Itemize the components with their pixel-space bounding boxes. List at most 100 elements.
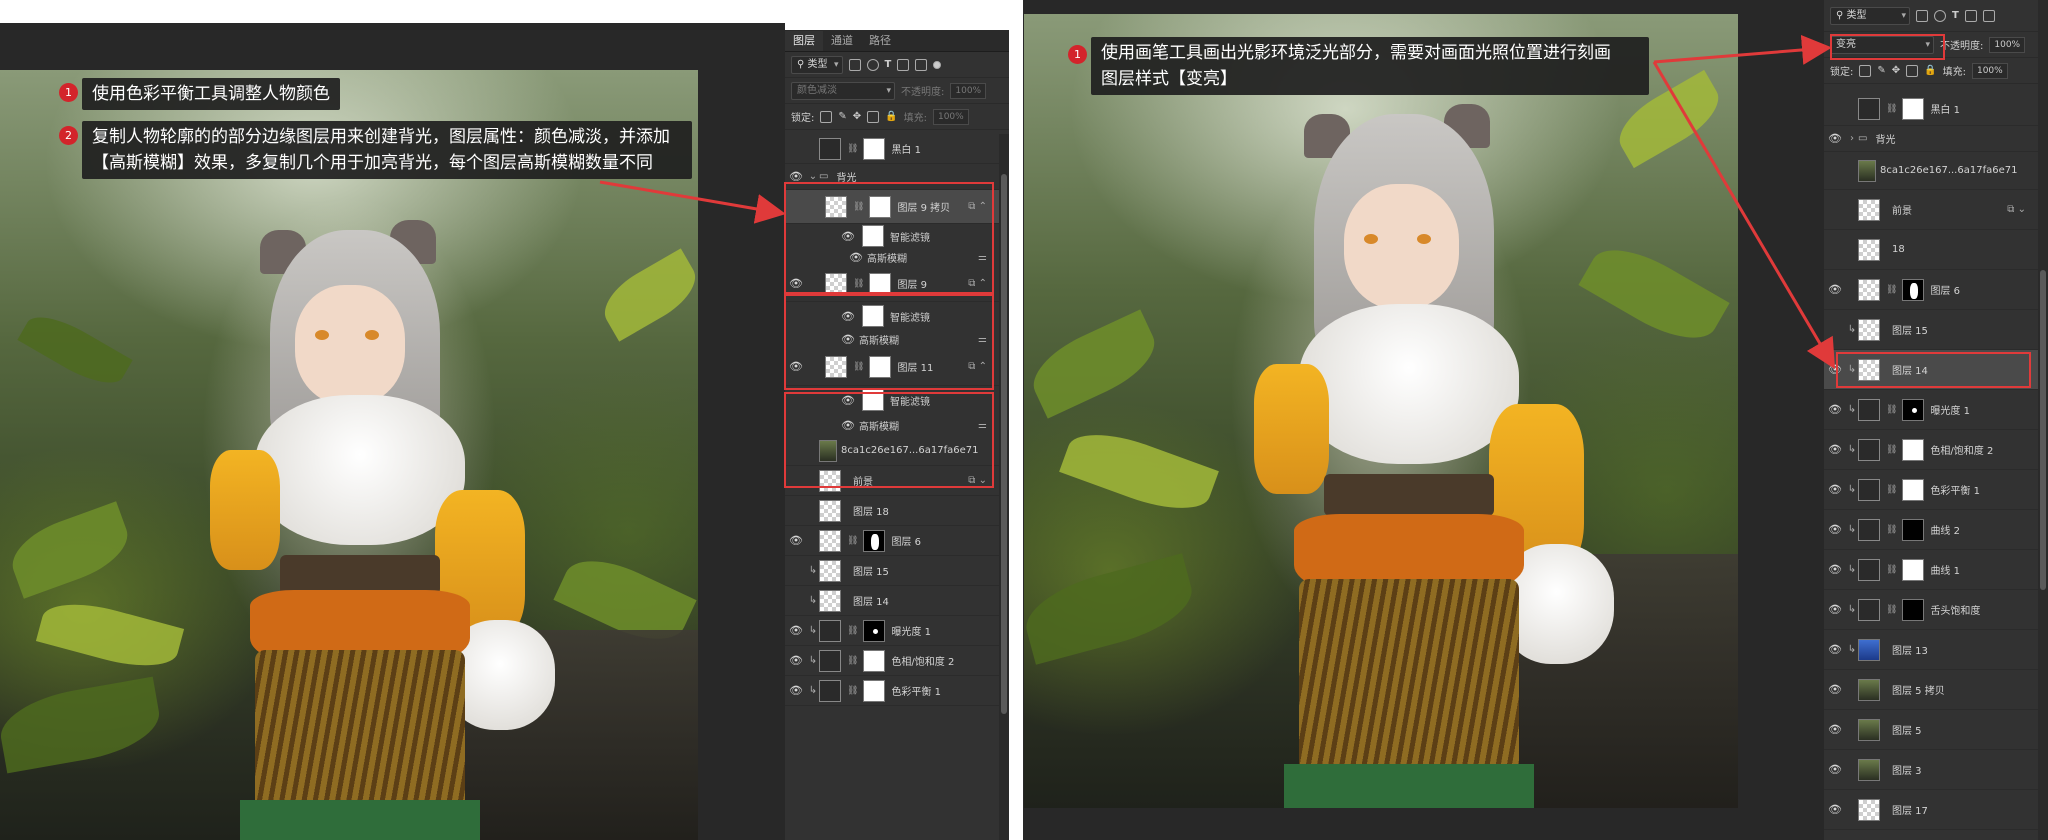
layer-row[interactable]: 👁 图层 5 <box>1824 710 2038 750</box>
layer-row[interactable]: 👁 ↳ ⛓ 曲线 2 <box>1824 510 2038 550</box>
visibility-eye-icon[interactable]: 👁 <box>1824 132 1846 145</box>
top-white-strip <box>0 0 1015 23</box>
visibility-eye-icon[interactable]: 👁 <box>785 504 807 517</box>
type-filter-icon[interactable]: T <box>1952 10 1959 21</box>
visibility-eye-icon[interactable]: 👁 <box>1824 563 1846 576</box>
visibility-eye-icon[interactable]: 👁 <box>785 594 807 607</box>
visibility-eye-icon[interactable]: 👁 <box>1824 723 1846 736</box>
visibility-eye-icon[interactable]: 👁 <box>1824 643 1846 656</box>
layer-mask-thumb <box>1902 518 1925 541</box>
visibility-eye-icon[interactable]: 👁 <box>1824 323 1846 336</box>
layer-group-row[interactable]: 👁 › ▭ 背光 <box>1824 126 2038 152</box>
smart-object-filter-icon[interactable] <box>915 58 928 71</box>
lock-move-icon[interactable]: ✥ <box>853 111 861 122</box>
layer-row[interactable]: 👁 ↳ ⛓ 色相/饱和度 2 <box>785 646 999 676</box>
layer-row[interactable]: 👁 ↳ ⛓ 曲线 1 <box>1824 550 2038 590</box>
visibility-eye-icon[interactable]: 👁 <box>785 534 807 547</box>
tab-layers[interactable]: 图层 <box>785 31 823 51</box>
blend-mode-select[interactable]: 颜色减淡 <box>791 81 895 100</box>
lock-paint-icon[interactable]: ✎ <box>838 111 846 122</box>
layer-thumbnail <box>819 529 841 552</box>
tab-channels[interactable]: 通道 <box>823 31 861 51</box>
layer-row[interactable]: 👁 图层 18 <box>785 496 999 526</box>
visibility-eye-icon[interactable]: 👁 <box>1824 243 1846 256</box>
layer-name: 18 <box>1892 244 1905 255</box>
link-icon: ⛓ <box>1886 484 1898 495</box>
lock-transparent-icon[interactable] <box>820 110 833 123</box>
filter-kind-select[interactable]: ⚲ 类型 <box>1830 6 1910 25</box>
layer-row[interactable]: 👁 ↳ ⛓ 曝光度 1 <box>785 616 999 646</box>
lock-paint-icon[interactable]: ✎ <box>1877 65 1885 76</box>
visibility-eye-icon[interactable]: 👁 <box>1824 803 1846 816</box>
visibility-eye-icon[interactable]: 👁 <box>1824 164 1846 177</box>
opacity-input[interactable]: 100% <box>950 82 987 99</box>
visibility-eye-icon[interactable]: 👁 <box>1824 203 1846 216</box>
group-collapsed-chevron-icon[interactable]: › <box>1846 133 1858 144</box>
layer-row[interactable]: 👁 ↳ ⛓ 色相/饱和度 2 <box>1824 430 2038 470</box>
lock-all-icon[interactable]: 🔒 <box>885 111 897 122</box>
type-filter-icon[interactable]: T <box>885 59 892 70</box>
layer-row[interactable]: 👁 图层 17 <box>1824 790 2038 830</box>
visibility-eye-icon[interactable]: 👁 <box>1824 283 1846 296</box>
visibility-eye-icon[interactable]: 👁 <box>785 654 807 667</box>
layer-row[interactable]: 👁 ⛓ 黑白 1 <box>785 134 999 164</box>
lock-move-icon[interactable]: ✥ <box>1892 65 1900 76</box>
panel-tabs: 图层 通道 路径 <box>785 30 1009 52</box>
layer-thumbnail <box>1858 318 1880 341</box>
layer-row[interactable]: 👁 ↳ 图层 13 <box>1824 630 2038 670</box>
visibility-eye-icon[interactable]: 👁 <box>1824 483 1846 496</box>
layer-row[interactable]: 👁 8ca1c26e167...6a17fa6e71 <box>1824 152 2038 190</box>
visibility-eye-icon[interactable]: 👁 <box>1824 523 1846 536</box>
lock-transparent-icon[interactable] <box>1859 64 1872 77</box>
visibility-eye-icon[interactable]: 👁 <box>785 142 807 155</box>
layer-row[interactable]: 👁 ⛓ 图层 6 <box>1824 270 2038 310</box>
smart-object-filter-icon[interactable] <box>1982 9 1995 22</box>
pixel-filter-icon[interactable] <box>848 58 861 71</box>
layer-row[interactable]: 👁 ↳ ⛓ 曝光度 1 <box>1824 390 2038 430</box>
visibility-eye-icon[interactable]: 👁 <box>1824 403 1846 416</box>
layer-mask-thumb <box>863 679 886 702</box>
visibility-eye-icon[interactable]: 👁 <box>785 684 807 697</box>
opacity-input[interactable]: 100% <box>1989 36 2026 53</box>
visibility-eye-icon[interactable]: 👁 <box>1824 443 1846 456</box>
lock-all-icon[interactable]: 🔒 <box>1924 65 1936 76</box>
layers-scrollbar[interactable] <box>999 134 1009 840</box>
filter-toggle-icon[interactable] <box>933 60 942 69</box>
shape-filter-icon[interactable] <box>1964 9 1977 22</box>
pixel-filter-icon[interactable] <box>1916 9 1928 22</box>
visibility-eye-icon[interactable]: 👁 <box>1824 102 1846 115</box>
layer-row[interactable]: 👁 前景 ⧉ ⌄ <box>1824 190 2038 230</box>
layer-row[interactable]: 👁 ↳ 图层 15 <box>1824 310 2038 350</box>
group-expand-chevron-icon[interactable]: ⌄ <box>807 171 819 182</box>
layer-row[interactable]: 👁 图层 5 拷贝 <box>1824 670 2038 710</box>
layer-row[interactable]: 👁 ↳ ⛓ 色彩平衡 1 <box>785 676 999 706</box>
layer-row[interactable]: 👁 图层 3 <box>1824 750 2038 790</box>
filter-kind-select[interactable]: ⚲ 类型 <box>791 55 843 74</box>
lock-artboard-icon[interactable] <box>1906 64 1919 77</box>
visibility-eye-icon[interactable]: 👁 <box>1824 603 1846 616</box>
visibility-eye-icon[interactable]: 👁 <box>1824 683 1846 696</box>
visibility-eye-icon[interactable]: 👁 <box>785 624 807 637</box>
fill-input[interactable]: 100% <box>932 108 969 125</box>
shape-filter-icon[interactable] <box>897 58 910 71</box>
scrollbar-thumb[interactable] <box>2040 270 2046 590</box>
layer-name: 图层 15 <box>1892 326 1928 337</box>
visibility-eye-icon[interactable]: 👁 <box>785 564 807 577</box>
lock-artboard-icon[interactable] <box>867 110 880 123</box>
layer-row[interactable]: 👁 ↳ 图层 15 <box>785 556 999 586</box>
layers-scrollbar[interactable] <box>2038 0 2048 840</box>
layer-row[interactable]: 👁 ↳ 图层 14 <box>785 586 999 616</box>
visibility-eye-icon[interactable]: 👁 <box>1824 763 1846 776</box>
layer-row[interactable]: 👁 ⛓ 图层 6 <box>785 526 999 556</box>
tab-paths[interactable]: 路径 <box>861 31 899 51</box>
layer-name: 曝光度 1 <box>1930 406 1970 417</box>
adjustment-filter-icon[interactable] <box>1934 9 1946 22</box>
adjustment-filter-icon[interactable] <box>866 58 879 71</box>
layer-row[interactable]: 👁 18 <box>1824 230 2038 270</box>
layer-row[interactable]: 👁 ↳ ⛓ 舌头饱和度 <box>1824 590 2038 630</box>
fill-input[interactable]: 100% <box>1971 62 2008 79</box>
layer-row[interactable]: 👁 ↳ ⛓ 色彩平衡 1 <box>1824 470 2038 510</box>
layer-row[interactable]: 👁 ⛓ 黑白 1 <box>1824 92 2038 126</box>
scrollbar-thumb[interactable] <box>1001 174 1007 714</box>
bw-adjustment-icon <box>1858 97 1880 120</box>
